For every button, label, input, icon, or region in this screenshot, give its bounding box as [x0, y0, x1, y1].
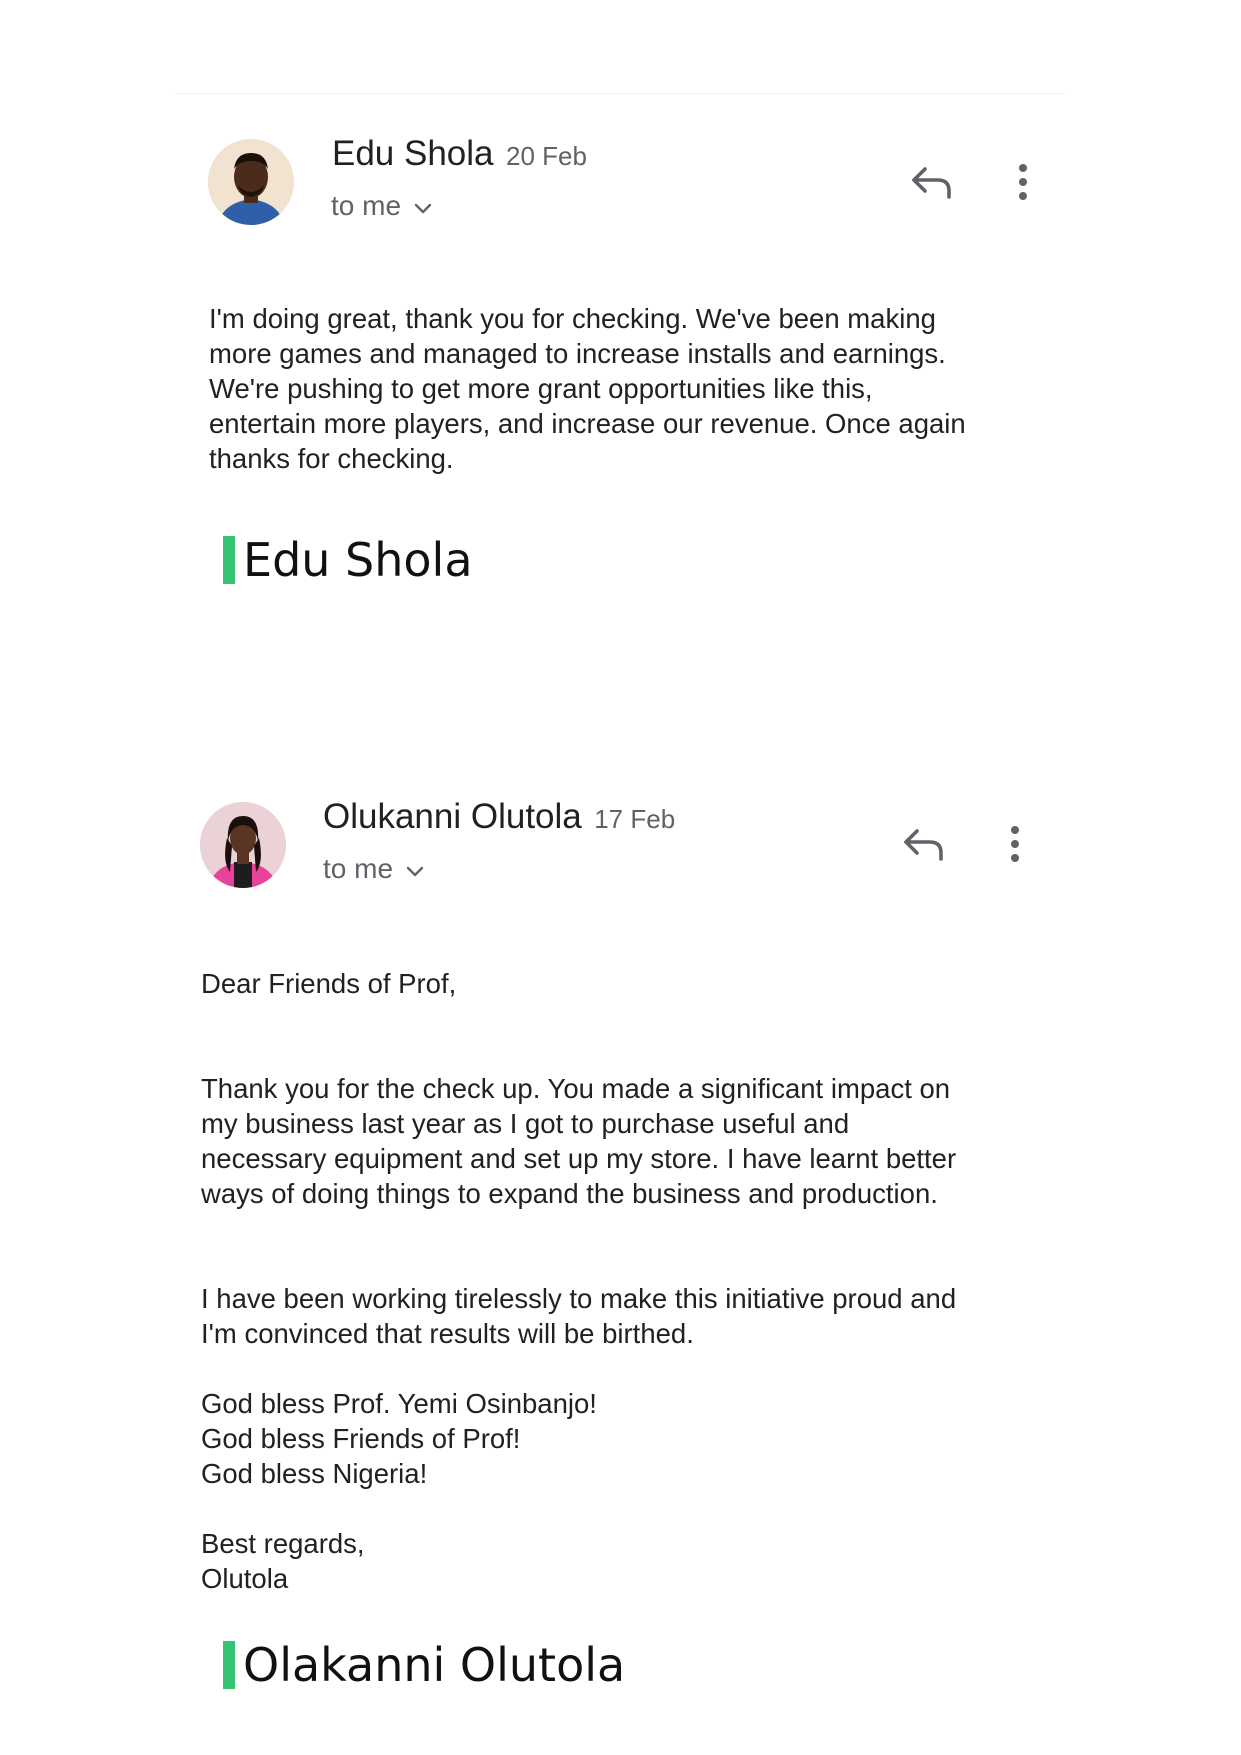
sender-name[interactable]: Edu Shola [332, 134, 494, 173]
sender-avatar[interactable] [200, 802, 286, 888]
chevron-down-icon [414, 203, 432, 213]
sender-name[interactable]: Olukanni Olutola [323, 797, 582, 836]
top-divider [175, 93, 1065, 94]
email-paragraph: Thank you for the check up. You made a s… [201, 1073, 957, 1209]
email-paragraph: I have been working tirelessly to make t… [201, 1283, 957, 1349]
signature-accent-bar [223, 1641, 235, 1689]
email-date: 20 Feb [505, 141, 587, 171]
signature-name: Olakanni Olutola [243, 1638, 626, 1692]
sender-header: Olukanni Olutola 17 Feb [323, 797, 675, 837]
email-date: 17 Feb [594, 804, 676, 834]
email-paragraph: I'm doing great, thank you for checking.… [209, 303, 966, 474]
signature-accent-bar [223, 536, 235, 584]
reply-icon[interactable] [910, 164, 954, 200]
email-closing: Best regards, Olutola [201, 1528, 365, 1594]
more-vert-icon[interactable] [1008, 824, 1022, 864]
avatar-photo [200, 802, 286, 888]
signature-caption: Edu Shola [223, 533, 473, 587]
recipient-details-toggle[interactable]: to me [323, 853, 425, 885]
email-body: Dear Friends of Prof, Thank you for the … [201, 966, 1051, 1596]
sender-avatar[interactable] [208, 139, 294, 225]
sender-header: Edu Shola 20 Feb [332, 134, 587, 174]
more-vert-icon[interactable] [1016, 162, 1030, 202]
email-body: I'm doing great, thank you for checking.… [209, 301, 1059, 476]
chevron-down-icon [406, 866, 424, 876]
avatar-photo [208, 139, 294, 225]
recipient-label: to me [323, 853, 394, 884]
signature-caption: Olakanni Olutola [223, 1638, 625, 1692]
reply-icon[interactable] [902, 826, 946, 862]
recipient-label: to me [331, 190, 402, 221]
email-paragraph: God bless Prof. Yemi Osinbanjo! God bles… [201, 1388, 597, 1489]
signature-name: Edu Shola [243, 533, 473, 587]
email-greeting: Dear Friends of Prof, [201, 968, 457, 999]
recipient-details-toggle[interactable]: to me [331, 190, 433, 222]
